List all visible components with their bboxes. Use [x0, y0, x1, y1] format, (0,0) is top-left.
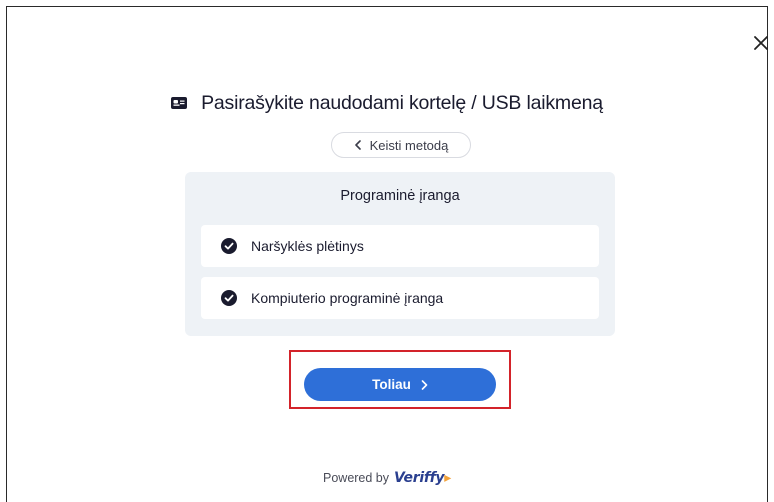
close-button[interactable] — [750, 32, 772, 54]
option-label: Naršyklės plėtinys — [251, 238, 364, 254]
chevron-left-icon — [354, 140, 362, 150]
option-browser-extension[interactable]: Naršyklės plėtinys — [201, 225, 599, 267]
powered-by-label: Powered by — [323, 471, 390, 485]
powered-by-footer: Powered by Veriffy▸ — [0, 470, 774, 486]
option-desktop-software[interactable]: Kompiuterio programinė įranga — [201, 277, 599, 319]
dialog-header: Pasirašykite naudodami kortelę / USB lai… — [0, 88, 774, 118]
change-method-button[interactable]: Keisti metodą — [331, 132, 471, 158]
check-circle-icon — [221, 238, 237, 254]
change-method-label: Keisti metodą — [369, 137, 449, 153]
page-title: Pasirašykite naudodami kortelę / USB lai… — [201, 91, 603, 114]
option-label: Kompiuterio programinė įranga — [251, 290, 444, 306]
next-button-label: Toliau — [372, 377, 411, 392]
brand-name: Veriffy — [394, 470, 445, 486]
software-panel: Programinė įranga Naršyklės plėtinys Kom… — [185, 172, 615, 336]
check-circle-icon — [221, 290, 237, 306]
brand-logo: Veriffy▸ — [394, 470, 451, 486]
chevron-right-icon — [421, 379, 428, 390]
id-card-icon — [171, 97, 188, 109]
panel-title: Programinė įranga — [340, 188, 460, 204]
next-button[interactable]: Toliau — [304, 368, 496, 401]
close-icon — [754, 36, 768, 50]
